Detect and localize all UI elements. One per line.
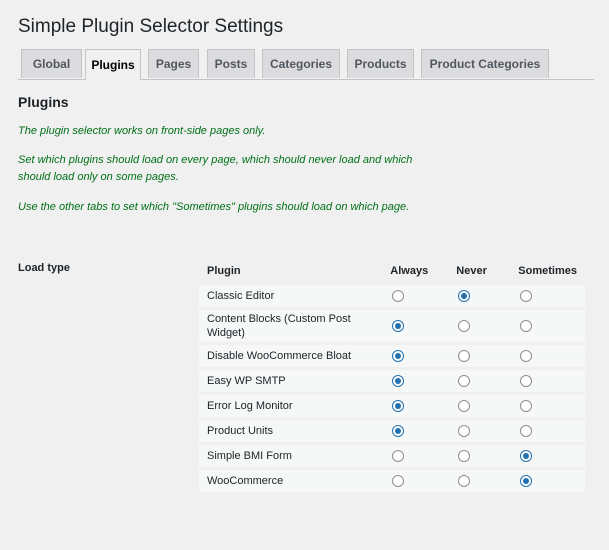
cell-never: [448, 370, 510, 392]
radio-sometimes[interactable]: [520, 320, 533, 333]
table-row: Simple BMI Form: [199, 445, 585, 467]
cell-always: [382, 420, 448, 442]
cell-never: [448, 420, 510, 442]
radio-sometimes[interactable]: [520, 350, 533, 363]
header-sometimes: Sometimes: [518, 265, 577, 277]
cell-sometimes: [510, 395, 585, 417]
cell-sometimes: [510, 310, 585, 342]
radio-sometimes[interactable]: [520, 450, 533, 463]
table-row: Product Units: [199, 420, 585, 442]
plugin-name: Easy WP SMTP: [207, 375, 286, 387]
cell-sometimes: [510, 445, 585, 467]
radio-never[interactable]: [458, 375, 471, 388]
table-row: Content Blocks (Custom Post Widget): [199, 310, 585, 342]
load-type-label: Load type: [18, 262, 70, 274]
radio-always[interactable]: [392, 475, 405, 488]
tab-global[interactable]: Global: [21, 49, 82, 78]
plugin-name: WooCommerce: [207, 475, 284, 487]
plugins-table: Plugin Always Never Sometimes Classic Ed…: [199, 257, 585, 495]
note-front-side: The plugin selector works on front-side …: [18, 125, 266, 137]
section-title: Plugins: [18, 94, 69, 110]
cell-sometimes: [510, 420, 585, 442]
radio-always[interactable]: [392, 450, 405, 463]
cell-sometimes: [510, 345, 585, 367]
cell-never: [448, 310, 510, 342]
tab-products[interactable]: Products: [347, 49, 414, 78]
header-always: Always: [390, 265, 429, 277]
cell-never: [448, 285, 510, 307]
radio-never[interactable]: [458, 290, 471, 303]
header-plugin: Plugin: [207, 265, 241, 277]
cell-always: [382, 470, 448, 492]
plugin-name: Content Blocks (Custom Post Widget): [207, 313, 351, 339]
radio-never[interactable]: [458, 425, 471, 438]
radio-always[interactable]: [392, 400, 405, 413]
table-header-row: Plugin Always Never Sometimes: [199, 260, 585, 282]
radio-never[interactable]: [458, 450, 471, 463]
radio-always[interactable]: [392, 290, 405, 303]
table-row: Disable WooCommerce Bloat: [199, 345, 585, 367]
cell-sometimes: [510, 285, 585, 307]
radio-sometimes[interactable]: [520, 400, 533, 413]
cell-sometimes: [510, 370, 585, 392]
tab-categories[interactable]: Categories: [262, 49, 340, 78]
plugin-name: Disable WooCommerce Bloat: [207, 350, 352, 362]
tab-product-categories[interactable]: Product Categories: [421, 49, 549, 78]
plugin-name: Product Units: [207, 425, 274, 437]
page-title: Simple Plugin Selector Settings: [18, 16, 284, 37]
cell-always: [382, 395, 448, 417]
cell-always: [382, 310, 448, 342]
note-load-settings: Set which plugins should load on every p…: [18, 154, 413, 183]
radio-never[interactable]: [458, 475, 471, 488]
plugin-name: Error Log Monitor: [207, 400, 293, 412]
radio-sometimes[interactable]: [520, 425, 533, 438]
plugin-name: Simple BMI Form: [207, 450, 292, 462]
cell-sometimes: [510, 470, 585, 492]
table-row: Error Log Monitor: [199, 395, 585, 417]
radio-never[interactable]: [458, 350, 471, 363]
table-row: WooCommerce: [199, 470, 585, 492]
radio-always[interactable]: [392, 350, 405, 363]
table-row: Easy WP SMTP: [199, 370, 585, 392]
cell-never: [448, 470, 510, 492]
plugin-name: Classic Editor: [207, 290, 275, 302]
cell-always: [382, 445, 448, 467]
radio-sometimes[interactable]: [520, 290, 533, 303]
note-sometimes: Use the other tabs to set which "Sometim…: [18, 201, 410, 213]
radio-never[interactable]: [458, 400, 471, 413]
cell-never: [448, 395, 510, 417]
cell-always: [382, 285, 448, 307]
radio-always[interactable]: [392, 425, 405, 438]
cell-always: [382, 345, 448, 367]
radio-sometimes[interactable]: [520, 475, 533, 488]
cell-never: [448, 445, 510, 467]
tab-posts[interactable]: Posts: [207, 49, 255, 78]
table-row: Classic Editor: [199, 285, 585, 307]
tab-bar: Global Plugins Pages Posts Categories Pr…: [18, 49, 594, 80]
header-never: Never: [456, 265, 487, 277]
cell-always: [382, 370, 448, 392]
radio-always[interactable]: [392, 320, 405, 333]
radio-always[interactable]: [392, 375, 405, 388]
tab-pages[interactable]: Pages: [148, 49, 199, 78]
radio-sometimes[interactable]: [520, 375, 533, 388]
tab-plugins[interactable]: Plugins: [85, 49, 141, 80]
radio-never[interactable]: [458, 320, 471, 333]
cell-never: [448, 345, 510, 367]
